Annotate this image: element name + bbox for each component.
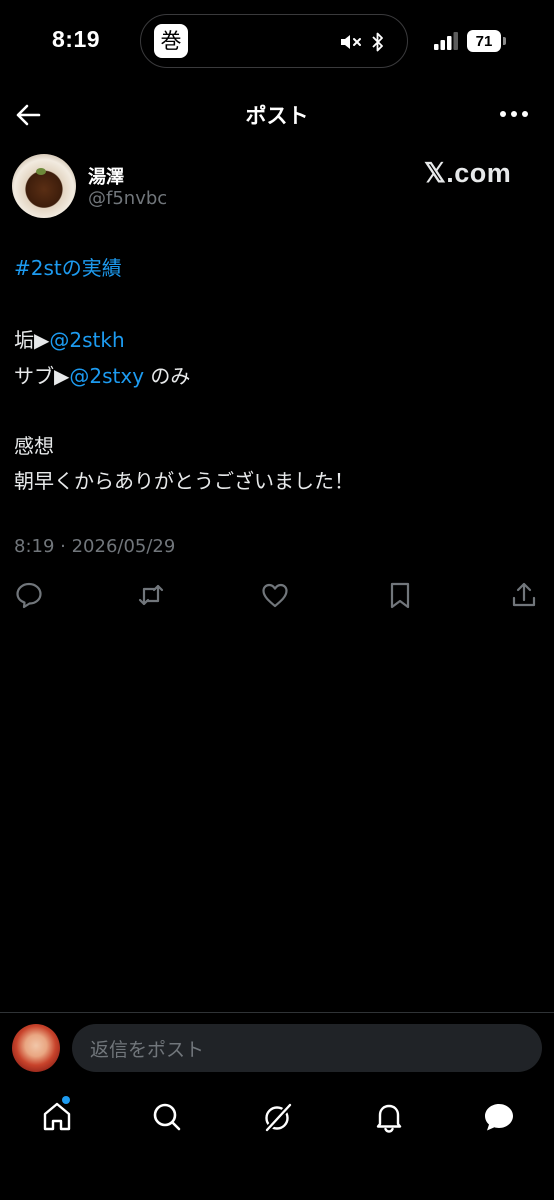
battery-tip (503, 37, 506, 45)
notifications-icon (376, 1104, 402, 1133)
messages-icon (485, 1104, 513, 1131)
repost-button[interactable] (136, 580, 166, 610)
current-user-avatar[interactable] (12, 1024, 60, 1072)
page-title: ポスト (245, 104, 309, 128)
post-line-sub-account: サブ▶@2stxy のみ (14, 362, 190, 390)
home-icon (43, 1102, 71, 1131)
dynamic-island: 巻 (140, 14, 408, 68)
nav-notifications[interactable] (372, 1100, 406, 1134)
post-line-impression-heading: 感想 (14, 434, 54, 458)
bluetooth-icon (372, 32, 383, 52)
repost-icon (138, 584, 164, 606)
mute-icon (341, 35, 361, 49)
post-hashtag-line: #2stの実績 (14, 254, 122, 282)
reply-button[interactable] (14, 580, 44, 610)
nav-home[interactable] (40, 1100, 74, 1134)
post-text: 垢▶ (14, 328, 50, 352)
share-button[interactable] (509, 580, 539, 610)
search-icon (153, 1103, 181, 1131)
comment-icon (16, 582, 42, 609)
app-icon: 巻 (154, 24, 188, 58)
grok-icon (264, 1102, 293, 1133)
nav-search[interactable] (150, 1100, 184, 1134)
battery-indicator: 71 (467, 30, 501, 52)
heart-icon (262, 583, 288, 608)
post-line-thanks: 朝早くからありがとうございました！ (14, 469, 354, 493)
post-line-main-account: 垢▶@2stkh (14, 326, 125, 354)
post-timestamp[interactable]: 8:19 · 2026/05/29 (14, 536, 175, 557)
post-text: のみ (144, 364, 191, 388)
mention-link[interactable]: @2stkh (49, 328, 124, 352)
more-options-icon[interactable] (498, 103, 530, 125)
nav-grok[interactable] (261, 1100, 295, 1134)
status-time: 8:19 (52, 26, 101, 52)
post-text: サブ▶ (14, 364, 70, 388)
reply-input[interactable]: 返信をポスト (72, 1024, 542, 1072)
divider (0, 1012, 554, 1013)
share-icon (512, 582, 536, 607)
author-avatar[interactable] (12, 154, 76, 218)
mention-link[interactable]: @2stxy (69, 364, 144, 388)
x-com-watermark: 𝕏.com (424, 158, 512, 188)
nav-messages[interactable] (482, 1100, 516, 1134)
bookmark-button[interactable] (385, 580, 415, 610)
bookmark-icon (390, 582, 410, 609)
author-name[interactable]: 湯澤 (88, 163, 124, 189)
signal-icon (434, 32, 458, 50)
author-handle[interactable]: @f5nvbc (88, 188, 167, 209)
unread-indicator (62, 1096, 70, 1104)
hashtag-link[interactable]: #2stの実績 (14, 256, 122, 280)
like-button[interactable] (260, 580, 290, 610)
